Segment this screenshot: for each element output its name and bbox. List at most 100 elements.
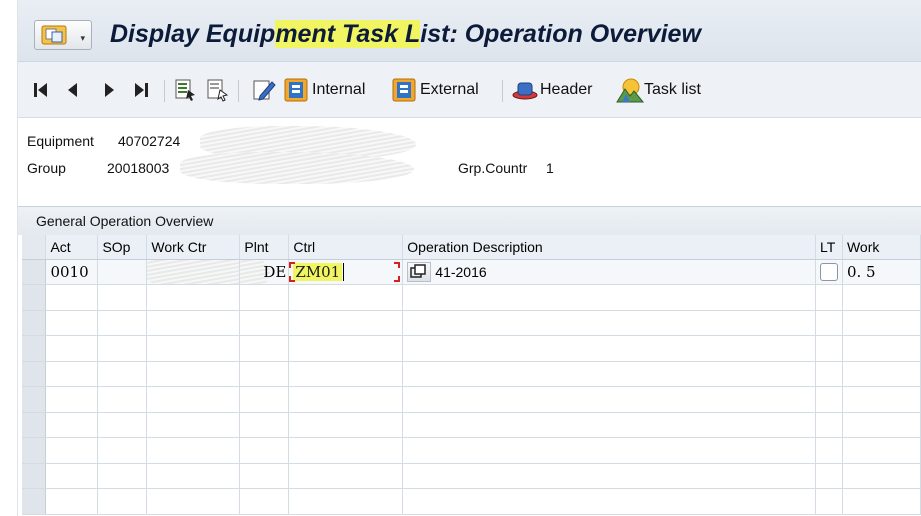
empty-cell[interactable] [288,335,404,362]
work-ctr-cell[interactable] [146,259,241,285]
empty-cell[interactable] [97,463,148,489]
empty-cell[interactable] [97,310,148,336]
first-page-button[interactable] [32,76,50,104]
empty-cell[interactable] [402,284,816,311]
empty-cell[interactable] [288,310,404,336]
empty-cell[interactable] [45,437,99,464]
empty-cell[interactable] [842,412,921,438]
row-selector[interactable] [22,361,47,387]
column-header-ctrl[interactable]: Ctrl [288,235,404,260]
empty-cell[interactable] [239,412,290,438]
empty-cell[interactable] [146,463,241,489]
empty-cell[interactable] [45,488,99,515]
row-selector[interactable] [22,386,47,413]
empty-cell[interactable] [97,386,148,413]
empty-cell[interactable] [842,463,921,489]
empty-cell[interactable] [402,437,816,464]
empty-cell[interactable] [815,463,843,489]
column-header-work-ctr[interactable]: Work Ctr [146,235,241,260]
empty-cell[interactable] [146,335,241,362]
empty-cell[interactable] [842,437,921,464]
empty-cell[interactable] [239,284,290,311]
empty-cell[interactable] [97,412,148,438]
empty-cell[interactable] [45,310,99,336]
row-selector[interactable] [22,259,47,285]
sop-cell[interactable] [97,259,148,285]
row-selector[interactable] [22,437,47,464]
column-header-lt[interactable]: LT [815,235,843,260]
empty-cell[interactable] [288,386,404,413]
long-text-checkbox[interactable] [819,263,838,282]
empty-cell[interactable] [239,437,290,464]
row-selector[interactable] [22,335,47,362]
empty-cell[interactable] [239,386,290,413]
empty-cell[interactable] [97,284,148,311]
empty-cell[interactable] [842,361,921,387]
empty-cell[interactable] [45,361,99,387]
empty-cell[interactable] [146,361,241,387]
empty-cell[interactable] [815,437,843,464]
edit-button[interactable] [252,76,276,104]
empty-cell[interactable] [97,361,148,387]
last-page-button[interactable] [132,76,150,104]
row-selector[interactable] [22,310,47,336]
empty-cell[interactable] [815,412,843,438]
empty-cell[interactable] [402,412,816,438]
empty-cell[interactable] [815,386,843,413]
empty-cell[interactable] [239,335,290,362]
internal-button[interactable]: Internal [284,76,365,104]
operation-description-cell[interactable]: 41-2016 [402,259,816,285]
column-header-sop[interactable]: SOp [97,235,148,260]
next-page-button[interactable] [102,76,118,104]
empty-cell[interactable] [146,488,241,515]
column-header-operation-description[interactable]: Operation Description [402,235,816,260]
empty-cell[interactable] [288,437,404,464]
empty-cell[interactable] [402,488,816,515]
deselect-button[interactable] [206,76,228,104]
external-button[interactable]: External [392,76,479,104]
empty-cell[interactable] [45,284,99,311]
act-cell[interactable]: 0010 [45,259,99,285]
empty-cell[interactable] [97,488,148,515]
row-selector[interactable] [22,488,47,515]
row-selector[interactable] [22,284,47,311]
header-button[interactable]: Header [512,76,592,104]
empty-cell[interactable] [842,386,921,413]
empty-cell[interactable] [402,463,816,489]
column-header-plnt[interactable]: Plnt [239,235,290,260]
empty-cell[interactable] [146,310,241,336]
empty-cell[interactable] [288,284,404,311]
row-selector[interactable] [22,412,47,438]
empty-cell[interactable] [45,386,99,413]
empty-cell[interactable] [239,361,290,387]
empty-cell[interactable] [146,437,241,464]
ctrl-cell[interactable]: ZM01 [288,259,404,285]
empty-cell[interactable] [97,335,148,362]
column-header-act[interactable]: Act [45,235,99,260]
empty-cell[interactable] [97,437,148,464]
empty-cell[interactable] [842,335,921,362]
empty-cell[interactable] [842,488,921,515]
empty-cell[interactable] [45,412,99,438]
empty-cell[interactable] [45,335,99,362]
empty-cell[interactable] [815,488,843,515]
empty-cell[interactable] [402,386,816,413]
empty-cell[interactable] [842,310,921,336]
empty-cell[interactable] [45,463,99,489]
lt-cell[interactable] [815,259,843,285]
empty-cell[interactable] [288,463,404,489]
empty-cell[interactable] [239,488,290,515]
empty-cell[interactable] [815,361,843,387]
empty-cell[interactable] [402,361,816,387]
row-selector[interactable] [22,463,47,489]
empty-cell[interactable] [146,386,241,413]
empty-cell[interactable] [146,284,241,311]
select-all-cell[interactable] [22,235,47,260]
task-list-button[interactable]: Task list [616,76,701,104]
system-menu-button[interactable]: ▾ [34,20,92,50]
select-block-button[interactable] [174,76,196,104]
work-cell[interactable]: 0. 5 [842,259,921,285]
plnt-cell[interactable]: DE [239,259,290,285]
empty-cell[interactable] [146,412,241,438]
previous-page-button[interactable] [64,76,80,104]
